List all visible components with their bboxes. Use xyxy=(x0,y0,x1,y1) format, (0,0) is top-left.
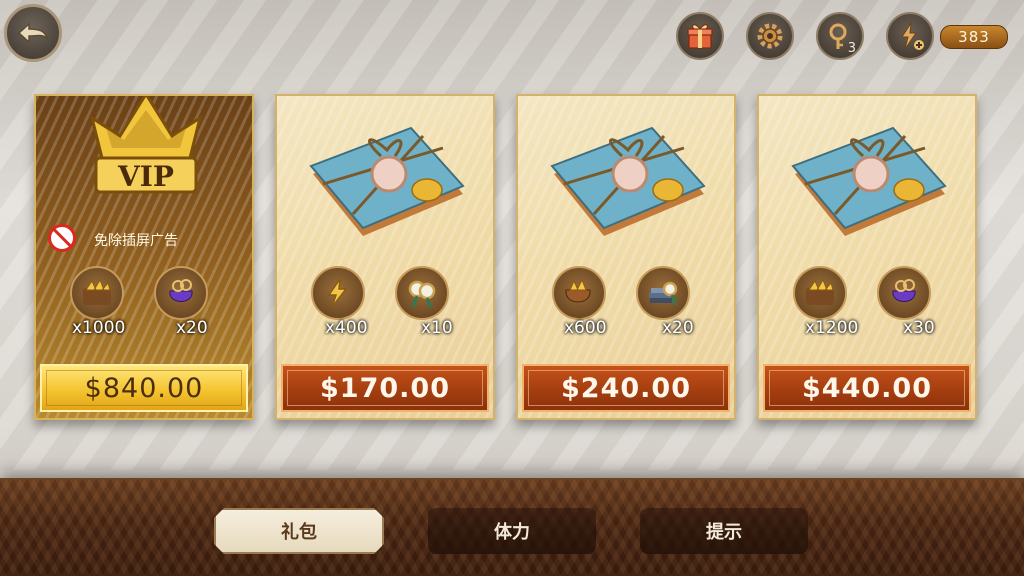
purple-bag-magnifier-icon xyxy=(154,266,208,320)
item-quantity: x1200 xyxy=(805,318,859,338)
gold-bars-chest-icon xyxy=(793,266,847,320)
back-button[interactable] xyxy=(4,4,62,62)
gift-icon xyxy=(687,24,713,49)
hint-key-count: 3 xyxy=(847,41,856,56)
gold-bars-chest-icon xyxy=(70,266,124,320)
letter-bundle-icon xyxy=(309,126,465,236)
item-quantity: x20 xyxy=(176,318,208,338)
purple-bag-magnifier-icon xyxy=(877,266,931,320)
lightning-energy-icon xyxy=(311,266,365,320)
buy-button[interactable]: $170.00 xyxy=(281,364,489,412)
letter-bundle-icon xyxy=(791,126,947,236)
item-quantity: x1000 xyxy=(72,318,126,338)
item-quantity: x600 xyxy=(564,318,607,338)
pack-card[interactable]: x1200 x30 $440.00 xyxy=(757,94,977,420)
no-ads-icon xyxy=(48,224,76,252)
gift-button[interactable] xyxy=(676,12,724,60)
tab-hints[interactable]: 提示 xyxy=(640,508,808,554)
item-quantity: x20 xyxy=(662,318,694,338)
lightning-plus-icon xyxy=(901,22,924,50)
settings-button[interactable] xyxy=(746,12,794,60)
tab-energy[interactable]: 体力 xyxy=(428,508,596,554)
magnifier-hint-icon xyxy=(395,266,449,320)
letter-bundle-icon xyxy=(550,126,706,236)
books-magnifier-icon xyxy=(636,266,690,320)
energy-add-button[interactable] xyxy=(886,12,934,60)
buy-button[interactable]: $440.00 xyxy=(763,364,971,412)
hint-key-button[interactable]: 3 xyxy=(816,12,864,60)
buy-button[interactable]: $840.00 xyxy=(40,364,248,412)
buy-button[interactable]: $240.00 xyxy=(522,364,730,412)
gear-icon xyxy=(757,23,783,49)
tab-gift-packs[interactable]: 礼包 xyxy=(214,508,384,554)
item-quantity: x400 xyxy=(325,318,368,338)
pack-card[interactable]: x400 x10 $170.00 xyxy=(275,94,495,420)
item-quantity: x10 xyxy=(421,318,453,338)
item-quantity: x30 xyxy=(903,318,935,338)
vip-pack-card[interactable]: VIP 免除插屏广告 x1000 x20 $840.00 xyxy=(34,94,254,420)
energy-counter: 383 xyxy=(940,25,1008,49)
back-arrow-icon xyxy=(17,22,49,44)
vip-perk-label: 免除插屏广告 xyxy=(94,233,178,249)
pack-card[interactable]: x600 x20 $240.00 xyxy=(516,94,736,420)
vip-badge-text: VIP xyxy=(118,160,174,193)
gold-bag-icon xyxy=(552,266,606,320)
